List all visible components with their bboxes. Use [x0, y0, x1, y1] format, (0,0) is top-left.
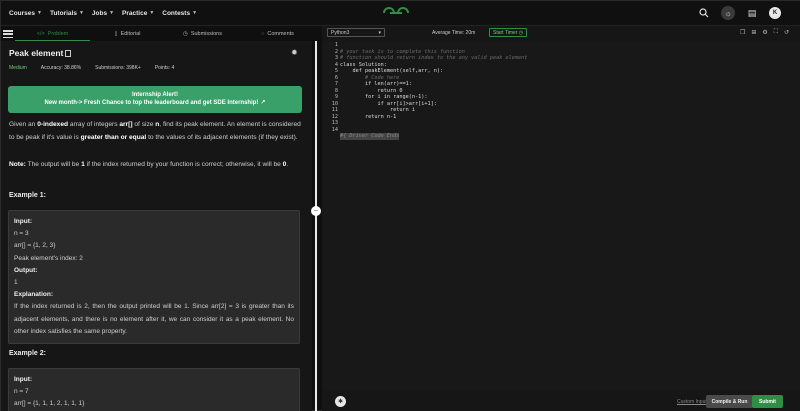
tab-label: Submissions — [190, 31, 222, 37]
example-1-heading: Example 1: — [9, 192, 46, 199]
comment-icon: ◌ — [261, 31, 265, 37]
tab-label: Editorial — [120, 31, 141, 37]
problem-content: Peak element ✹ Medium Accuracy: 38.86% S… — [1, 41, 312, 411]
editor-toolbar-icons: ❐ ⊞ ⚙ ⛶ ↺ — [740, 29, 789, 36]
theme-toggle-icon[interactable]: ☼ — [721, 6, 735, 20]
language-select[interactable]: Python3 ▾ — [327, 28, 385, 37]
chevron-down-icon: ▾ — [378, 30, 381, 36]
accuracy-text: Accuracy: 38.86% — [40, 65, 82, 71]
book-icon: ▯ — [114, 31, 118, 37]
grid-icon[interactable]: ⊞ — [751, 29, 756, 36]
top-navbar: Courses ▼ Tutorials ▼ Jobs ▼ Practice ▼ Cont… — [1, 1, 800, 26]
custom-input-link[interactable]: Custom Input — [677, 399, 707, 405]
nav-label: Courses — [9, 9, 36, 17]
compile-run-button[interactable]: Compile & Run — [706, 395, 753, 408]
tab-submissions[interactable]: ◷ Submissions — [165, 27, 240, 41]
chevron-down-icon: ▼ — [37, 10, 42, 16]
fullscreen-icon[interactable]: ⛶ — [774, 29, 778, 36]
menu-icon[interactable] — [3, 29, 13, 39]
problem-description: Given an 0-indexed array of integers arr… — [9, 121, 301, 141]
settings-icon[interactable]: ⚙ — [762, 29, 767, 36]
chevron-down-icon: ▼ — [149, 10, 155, 16]
code-line: # function should return index to the an… — [340, 55, 528, 61]
problem-note: Note: The output will be 1 if the index … — [9, 161, 289, 168]
tab-problem[interactable]: </> Problem — [15, 27, 90, 41]
bookmark-icon[interactable] — [65, 50, 72, 57]
copy-icon[interactable]: ❐ — [740, 29, 745, 36]
nav-right-group: ☼ ▤ K — [697, 6, 781, 20]
avatar[interactable]: K — [769, 7, 781, 19]
bug-report-icon[interactable]: ✹ — [291, 48, 298, 57]
chevron-down-icon: ▼ — [78, 10, 84, 16]
difficulty-badge: Medium — [9, 65, 27, 71]
tab-label: Problem — [47, 30, 69, 37]
nav-label: Jobs — [91, 9, 108, 17]
resize-handle-icon[interactable]: ⇔ — [311, 206, 321, 216]
banner-title: Internship Alert! — [131, 92, 179, 98]
internship-banner[interactable]: Internship Alert! New month-> Fresh Chan… — [8, 86, 302, 113]
nav-courses[interactable]: Courses ▼ — [9, 10, 42, 17]
nav-label: Contests — [162, 9, 191, 17]
timer-icon: ◷ — [518, 30, 524, 36]
problem-title: Peak element — [9, 48, 64, 58]
nav-tutorials[interactable]: Tutorials ▼ — [50, 10, 84, 17]
nav-label: Practice — [122, 9, 148, 17]
page-title: Peak element — [9, 48, 72, 58]
code-text[interactable]: # your task is to complete this function… — [340, 42, 527, 146]
code-editor[interactable]: 1 2 3 4 5 6 7 8 9 10 11 12 13 14 # your task is to co… — [322, 41, 800, 391]
start-timer-button[interactable]: Start Timer ◷ — [489, 28, 528, 37]
submit-button[interactable]: Submit — [752, 395, 783, 408]
line-numbers: 1 2 3 4 5 6 7 8 9 10 11 12 13 14 — [331, 42, 338, 133]
search-icon[interactable] — [697, 6, 711, 20]
example-1-box: Input: n = 3 arr[] = {1, 2, 3} Peak elem… — [8, 210, 300, 345]
submissions-count: Submissions: 398K+ — [95, 65, 141, 71]
tab-editorial[interactable]: ▯ Editorial — [90, 27, 165, 41]
editor-bottom-bar: ✱ Custom Input Compile & Run Submit — [322, 393, 800, 411]
problem-meta: Medium Accuracy: 38.86% Submissions: 398… — [9, 65, 174, 71]
nav-practice[interactable]: Practice ▼ — [122, 10, 154, 17]
tab-comments[interactable]: ◌ Comments — [240, 27, 315, 41]
average-time: Average Time: 20m — [432, 30, 476, 36]
nav-jobs[interactable]: Jobs ▼ — [92, 10, 114, 17]
pane-divider[interactable] — [315, 41, 317, 411]
timer-label: Start Timer — [493, 30, 518, 36]
chevron-down-icon: ▼ — [192, 10, 198, 16]
code-icon: </> — [36, 30, 45, 37]
editor-pane: Python3 ▾ Average Time: 20m Start Timer ◷… — [322, 26, 800, 411]
clock-icon: ◷ — [183, 31, 188, 37]
external-link-icon: ↗ — [260, 100, 266, 106]
tab-label: Comments — [267, 31, 294, 37]
gfg-logo-icon[interactable] — [381, 6, 411, 20]
chevron-down-icon: ▼ — [109, 10, 115, 16]
problem-tabs: </> Problem ▯ Editorial ◷ Submissions ◌ Comm… — [15, 27, 315, 41]
nav-label: Tutorials — [49, 9, 77, 17]
example-2-box: Input: n = 7 arr[] = {1, 1, 1, 2, 1, 1, … — [8, 368, 300, 411]
language-value: Python3 — [331, 30, 350, 36]
hint-bulb-icon[interactable]: ✱ — [335, 396, 346, 407]
app-window: Courses ▼ Tutorials ▼ Jobs ▼ Practice ▼ Cont… — [0, 0, 800, 411]
nav-contests[interactable]: Contests ▼ — [162, 10, 197, 17]
example-2-heading: Example 2: — [9, 350, 46, 357]
banner-text: New month-> Fresh Chance to top the lead… — [44, 100, 259, 106]
reset-icon[interactable]: ↺ — [784, 29, 789, 36]
notes-icon[interactable]: ▤ — [745, 6, 759, 20]
code-line-folded: #{ Driver Code Ends — [340, 133, 400, 140]
points-text: Points: 4 — [154, 65, 175, 71]
